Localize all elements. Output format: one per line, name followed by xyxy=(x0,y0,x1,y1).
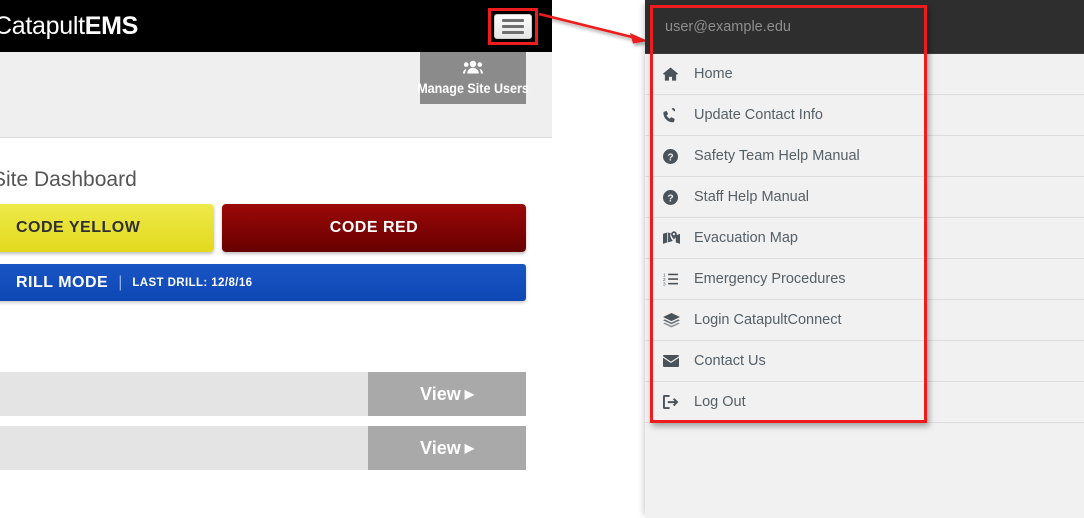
view-button[interactable]: View ▶ xyxy=(368,372,526,416)
envelope-icon xyxy=(663,355,685,367)
manage-site-users-label: Manage Site Users xyxy=(417,81,529,96)
drill-mode-bar[interactable]: RILL MODE | LAST DRILL: 12/8/16 xyxy=(0,264,526,301)
app-screenshot-panel: CatapultEMS Manage Site Users Site Dashb… xyxy=(0,0,552,518)
layer-group-icon xyxy=(663,312,685,328)
menu-item-staff-help-manual[interactable]: ? Staff Help Manual xyxy=(645,177,1084,218)
menu-item-label: Home xyxy=(694,66,733,82)
hamburger-bar xyxy=(502,25,524,28)
code-yellow-button[interactable]: CODE YELLOW xyxy=(0,204,214,252)
menu-item-label: Log Out xyxy=(694,394,746,410)
svg-text:?: ? xyxy=(667,152,673,163)
list-item: View ▶ xyxy=(0,426,526,470)
menu-item-evacuation-map[interactable]: Evacuation Map xyxy=(645,218,1084,259)
menu-item-label: Update Contact Info xyxy=(694,107,823,123)
ordered-list-icon: 1 2 3 xyxy=(663,272,685,286)
menu-item-label: Contact Us xyxy=(694,353,766,369)
drill-mode-separator: | xyxy=(118,273,123,291)
home-icon xyxy=(663,67,685,81)
caret-right-icon: ▶ xyxy=(464,441,474,455)
app-header: CatapultEMS xyxy=(0,0,552,52)
brand-logo-light: Catapult xyxy=(0,12,85,40)
menu-item-contact-us[interactable]: Contact Us xyxy=(645,341,1084,382)
site-toolbar: Manage Site Users xyxy=(0,52,552,138)
manage-site-users-button[interactable]: Manage Site Users xyxy=(417,52,529,104)
brand-logo: CatapultEMS xyxy=(0,12,138,41)
annotation-arrow xyxy=(538,12,648,44)
menu-item-update-contact-info[interactable]: Update Contact Info xyxy=(645,95,1084,136)
menu-item-log-out[interactable]: Log Out xyxy=(645,382,1084,423)
phone-icon xyxy=(663,107,685,123)
user-email-label: user@example.edu xyxy=(665,18,791,35)
dropdown-menu-panel: user@example.edu Home Update Contact Inf… xyxy=(645,0,1084,518)
map-marked-icon xyxy=(663,231,685,245)
caret-right-icon: ▶ xyxy=(464,387,474,401)
menu-item-list: Home Update Contact Info ? Safety Team H… xyxy=(645,54,1084,423)
last-drill-label: LAST DRILL: 12/8/16 xyxy=(132,276,253,289)
menu-item-label: Evacuation Map xyxy=(694,230,798,246)
svg-text:?: ? xyxy=(667,193,673,204)
menu-item-home[interactable]: Home xyxy=(645,54,1084,95)
menu-item-label: Safety Team Help Manual xyxy=(694,148,860,164)
brand-logo-bold: EMS xyxy=(84,12,139,40)
list-item: View ▶ xyxy=(0,372,526,416)
view-button-label: View xyxy=(420,437,461,458)
page-title: Site Dashboard xyxy=(0,168,137,191)
question-circle-icon: ? xyxy=(663,189,685,205)
menu-item-label: Emergency Procedures xyxy=(694,271,846,287)
menu-item-emergency-procedures[interactable]: 1 2 3 Emergency Procedures xyxy=(645,259,1084,300)
menu-item-login-catapultconnect[interactable]: Login CatapultConnect xyxy=(645,300,1084,341)
svg-text:3: 3 xyxy=(663,282,666,286)
hamburger-menu-button[interactable] xyxy=(494,14,532,39)
drill-mode-label: RILL MODE xyxy=(16,273,109,291)
view-button[interactable]: View ▶ xyxy=(368,426,526,470)
hamburger-bar xyxy=(502,19,524,22)
code-red-label: CODE RED xyxy=(329,219,419,236)
users-icon xyxy=(463,60,483,79)
question-circle-icon: ? xyxy=(663,148,685,164)
menu-user-header: user@example.edu xyxy=(645,0,1084,54)
menu-item-label: Login CatapultConnect xyxy=(694,312,842,328)
code-red-button[interactable]: CODE RED xyxy=(222,204,526,252)
hamburger-bar xyxy=(502,31,524,34)
view-button-label: View xyxy=(420,383,461,404)
code-yellow-label: CODE YELLOW xyxy=(16,219,141,236)
menu-item-safety-team-help-manual[interactable]: ? Safety Team Help Manual xyxy=(645,136,1084,177)
sign-out-icon xyxy=(663,395,685,409)
menu-item-label: Staff Help Manual xyxy=(694,189,809,205)
